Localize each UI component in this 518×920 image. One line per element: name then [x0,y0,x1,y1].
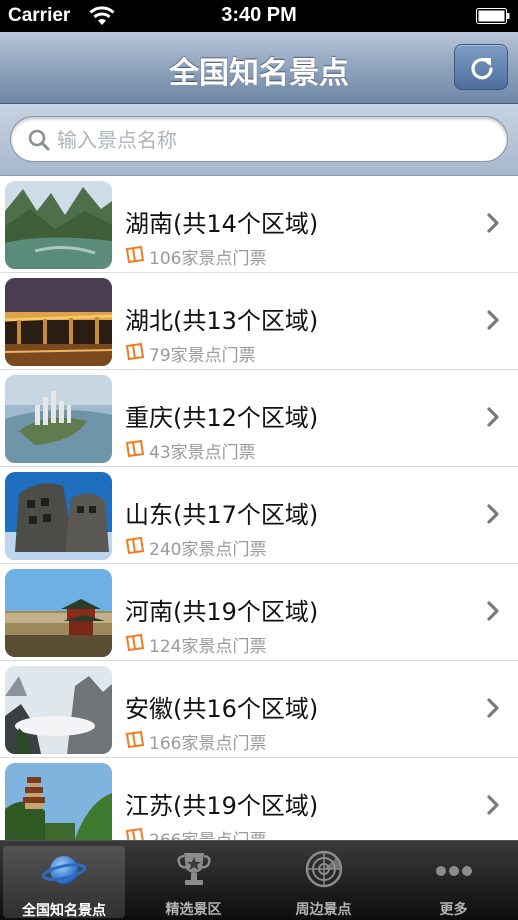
list-item[interactable]: 山东(共17个区域) 240家景点门票 [0,467,518,564]
item-title: 湖南(共14个区域) [125,210,319,238]
tab-label: 全国知名景点 [22,903,106,919]
ticket-icon [125,439,145,457]
ticket-icon [125,342,145,360]
search-bar [0,104,518,176]
item-subtitle: 240家景点门票 [149,540,267,560]
item-title: 湖北(共13个区域) [125,307,319,335]
search-input[interactable] [57,125,487,155]
chevron-right-icon [487,795,499,815]
list-item[interactable]: 重庆(共12个区域) 43家景点门票 [0,370,518,467]
item-title: 山东(共17个区域) [125,501,319,529]
refresh-button[interactable] [454,44,508,90]
thumbnail-image [5,278,112,366]
chevron-right-icon [487,698,499,718]
item-title: 重庆(共12个区域) [125,404,319,432]
battery-icon [476,8,510,24]
trophy-icon [176,853,211,885]
chevron-right-icon [487,310,499,330]
search-field[interactable] [10,116,508,162]
tab-label: 精选景区 [165,902,222,918]
thumbnail-image [5,181,112,269]
tab-label: 更多 [439,902,468,918]
item-subtitle: 166家景点门票 [149,734,267,754]
thumbnail-image [5,375,112,463]
chevron-right-icon [487,213,499,233]
page-title: 全国知名景点 [169,56,349,91]
thumbnail-image [5,763,112,840]
tab-more[interactable]: 更多 [389,841,518,920]
list-item[interactable]: 河南(共19个区域) 124家景点门票 [0,564,518,661]
ticket-icon [125,245,145,263]
item-subtitle: 43家景点门票 [149,443,256,463]
chevron-right-icon [487,601,499,621]
thumbnail-image [5,472,112,560]
region-list: 湖南(共14个区域) 106家景点门票 湖北(共13个区域) 79家景点门票 重… [0,176,518,840]
list-item[interactable]: 安徽(共16个区域) 166家景点门票 [0,661,518,758]
tab-label: 周边景点 [295,902,352,918]
search-icon [28,129,50,151]
thumbnail-image [5,569,112,657]
ticket-icon [125,827,144,840]
refresh-icon [471,58,493,80]
item-subtitle: 266家景点门票 [149,826,266,840]
ticket-icon [125,633,145,651]
list-item[interactable]: 湖北(共13个区域) 79家景点门票 [0,273,518,370]
planet-icon [42,856,86,884]
navigation-bar: 全国知名景点 [0,32,518,104]
more-icon [435,866,472,876]
tab-nearby-attractions[interactable]: 周边景点 [259,841,388,920]
list-item[interactable]: 江苏(共19个区域) 266家景点门票 [0,758,518,840]
chevron-right-icon [487,504,499,524]
thumbnail-image [5,666,112,754]
item-title: 江苏(共19个区域) [125,792,319,820]
status-time: 3:40 PM [221,4,297,26]
status-bar: Carrier 3:40 PM [0,0,518,32]
chevron-right-icon [487,407,499,427]
ticket-icon [125,536,145,554]
radar-icon [305,850,342,888]
tab-nationwide-attractions[interactable]: 全国知名景点 [3,846,125,919]
ticket-icon [125,730,145,748]
list-item[interactable]: 湖南(共14个区域) 106家景点门票 [0,176,518,273]
item-title: 安徽(共16个区域) [125,695,319,723]
item-subtitle: 79家景点门票 [149,346,256,366]
tab-featured-scenic-areas[interactable]: 精选景区 [129,841,258,920]
item-title: 河南(共19个区域) [125,598,319,626]
item-subtitle: 124家景点门票 [149,637,267,657]
item-subtitle: 106家景点门票 [149,249,267,269]
tab-bar: 全国知名景点 精选景区 周边景点 更多 [0,840,518,920]
